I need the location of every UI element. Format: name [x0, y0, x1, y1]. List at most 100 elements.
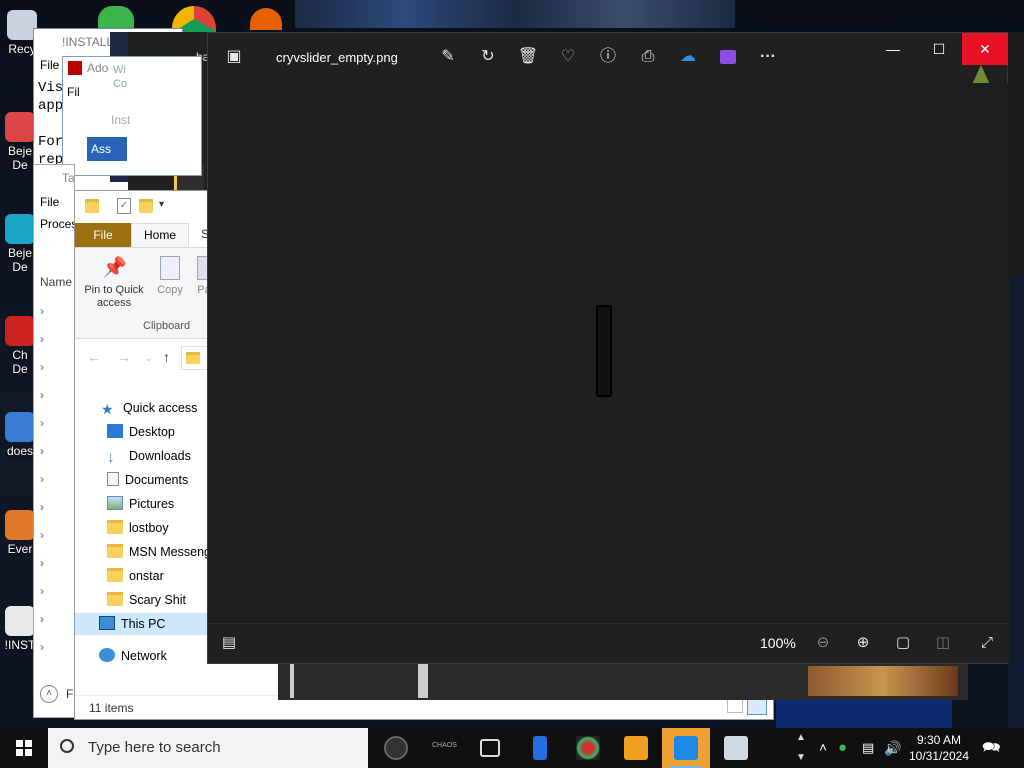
taskbar-app-obs[interactable] — [372, 728, 420, 768]
task-manager-window[interactable]: Task Manage File Proces Name › › › › › ›… — [33, 164, 75, 718]
nav-downloads[interactable]: ↓ Downloads — [107, 445, 191, 467]
start-button[interactable] — [0, 728, 48, 768]
zoom-level[interactable]: 100% — [760, 635, 796, 651]
assist-button[interactable]: Ass — [87, 137, 127, 161]
process-list[interactable]: › › › › › › › › › › › › › — [40, 297, 70, 677]
ribbon-home: 📌 Pin to Quick access Copy Pa Clipboard — [75, 247, 215, 339]
taskbar-search-box[interactable]: Type here to search — [48, 728, 368, 768]
cards-icon — [724, 736, 748, 760]
nav-quick-access[interactable]: ★ Quick access — [101, 397, 197, 419]
quick-access-toolbar: ✓ ▾ — [75, 191, 215, 221]
close-button[interactable]: ✕ — [962, 33, 1008, 65]
adobe-installer-text: Wi Co — [113, 64, 128, 90]
full-screen-icon[interactable]: ⤢ — [976, 632, 998, 654]
delete-icon[interactable]: 🗑 — [516, 45, 540, 69]
pin-to-quick-access-button[interactable]: 📌 Pin to Quick access — [81, 256, 147, 310]
edit-image-icon[interactable]: ✎ — [436, 45, 460, 69]
details-view-icon[interactable] — [727, 699, 743, 713]
nav-pictures[interactable]: Pictures — [107, 493, 174, 515]
tab-file[interactable]: File — [75, 223, 131, 247]
taskbar-app-cards[interactable] — [712, 728, 760, 768]
nav-documents[interactable]: Documents — [107, 469, 188, 491]
task-view-button[interactable] — [468, 728, 516, 768]
taskbar-clock[interactable]: 9:30 AM 10/31/2024 — [904, 732, 974, 764]
photos-viewer-window[interactable]: ▣ cryvslider_empty.png ✎ ↻ 🗑 ♡ ⓘ ⎙ ☁ ···… — [207, 32, 1009, 664]
folder-icon — [107, 520, 123, 534]
maximize-button[interactable]: ☐ — [916, 33, 962, 65]
expand-chevron-icon[interactable]: › — [40, 437, 70, 465]
more-options-icon[interactable]: ··· — [756, 45, 780, 69]
zoom-in-icon[interactable]: ⊕ — [852, 632, 874, 654]
desktop-icon — [107, 424, 123, 438]
menu-file[interactable]: File — [34, 191, 74, 213]
notifications-icon[interactable]: 🗪 — [982, 728, 1002, 768]
divider — [290, 664, 294, 698]
show-hidden-icons[interactable]: ˄ — [814, 728, 832, 768]
expand-chevron-icon[interactable]: › — [40, 577, 70, 605]
print-icon[interactable]: ⎙ — [636, 45, 660, 69]
recent-locations-icon[interactable]: ⌄ — [145, 353, 153, 364]
chuzzle-icon — [5, 316, 35, 346]
fewer-details-label[interactable]: F — [66, 687, 73, 701]
nav-lostboy[interactable]: lostboy — [107, 517, 169, 539]
copy-button[interactable]: Copy — [153, 256, 187, 297]
properties-icon[interactable]: ✓ — [117, 198, 131, 214]
expand-chevron-icon[interactable]: › — [40, 325, 70, 353]
nav-msn-messenger[interactable]: MSN Messenge — [107, 541, 218, 563]
expand-chevron-icon[interactable]: › — [40, 605, 70, 633]
expand-chevron-icon[interactable]: › — [40, 409, 70, 437]
network-icon[interactable]: ▤ — [862, 728, 880, 768]
back-arrow-icon[interactable]: ← — [87, 349, 101, 365]
expand-chevron-icon[interactable]: › — [40, 549, 70, 577]
taskbar-app-de[interactable] — [612, 728, 660, 768]
taskbar-app-photos[interactable] — [662, 728, 710, 768]
app-label: CHAOS — [432, 742, 457, 749]
nav-scary-shit[interactable]: Scary Shit — [107, 589, 186, 611]
folder-icon — [107, 568, 123, 582]
taskbar-scroll[interactable]: ▲ ▼ — [792, 728, 810, 768]
expand-chevron-icon[interactable]: › — [40, 493, 70, 521]
fewer-details-icon[interactable]: ˄ — [40, 685, 58, 703]
filmstrip-icon[interactable]: ▤ — [218, 632, 240, 654]
nav-desktop[interactable]: Desktop — [107, 421, 175, 443]
download-icon: ↓ — [107, 449, 115, 466]
taskbar-app-game[interactable] — [564, 728, 612, 768]
new-folder-icon[interactable] — [139, 199, 153, 213]
expand-chevron-icon[interactable]: › — [40, 353, 70, 381]
onedrive-icon[interactable]: ☁ — [676, 45, 700, 69]
rotate-icon[interactable]: ↻ — [476, 45, 500, 69]
expand-chevron-icon[interactable]: › — [40, 465, 70, 493]
expand-chevron-icon[interactable]: › — [40, 381, 70, 409]
favorite-heart-icon[interactable]: ♡ — [556, 45, 580, 69]
taskbar-app-battery[interactable] — [516, 728, 564, 768]
people-icon[interactable]: ● — [838, 728, 856, 768]
nav-onstar[interactable]: onstar — [107, 565, 164, 587]
info-icon[interactable]: ⓘ — [596, 45, 620, 69]
nav-this-pc[interactable]: This PC — [75, 613, 215, 635]
minimize-button[interactable]: — — [870, 33, 916, 65]
window-title: Task Manage — [62, 171, 75, 185]
volume-icon[interactable]: 🔊 — [884, 728, 902, 768]
taskbar-app-chaos[interactable]: CHAOS — [420, 728, 468, 768]
fit-to-window-icon[interactable]: ▢ — [892, 632, 914, 654]
window-title: Ado — [87, 61, 109, 75]
nav-network[interactable]: Network — [99, 645, 167, 667]
tab-processes[interactable]: Proces — [34, 213, 74, 235]
column-header-name[interactable]: Name — [40, 275, 72, 289]
expand-chevron-icon[interactable]: › — [40, 633, 70, 661]
clipchamp-icon[interactable] — [716, 45, 740, 69]
pin-icon: 📌 — [102, 257, 127, 279]
tab-home[interactable]: Home — [131, 223, 189, 247]
zoom-out-icon[interactable]: ⊖ — [812, 632, 834, 654]
expand-chevron-icon[interactable]: › — [40, 521, 70, 549]
forward-arrow-icon[interactable]: → — [117, 349, 131, 365]
up-arrow-icon[interactable]: ↑ — [163, 349, 170, 365]
expand-chevron-icon[interactable]: › — [40, 297, 70, 325]
menu-file[interactable]: Fil — [67, 85, 80, 99]
customize-toolbar-icon[interactable]: ▾ — [159, 199, 164, 210]
obs-icon — [384, 736, 408, 760]
image-canvas[interactable] — [208, 83, 1009, 625]
users-icon[interactable] — [98, 6, 134, 30]
adobe-installer-window[interactable]: Ado Wi Co Fil Inst Ass — [62, 56, 202, 176]
actual-size-icon[interactable]: ◫ — [932, 632, 954, 654]
